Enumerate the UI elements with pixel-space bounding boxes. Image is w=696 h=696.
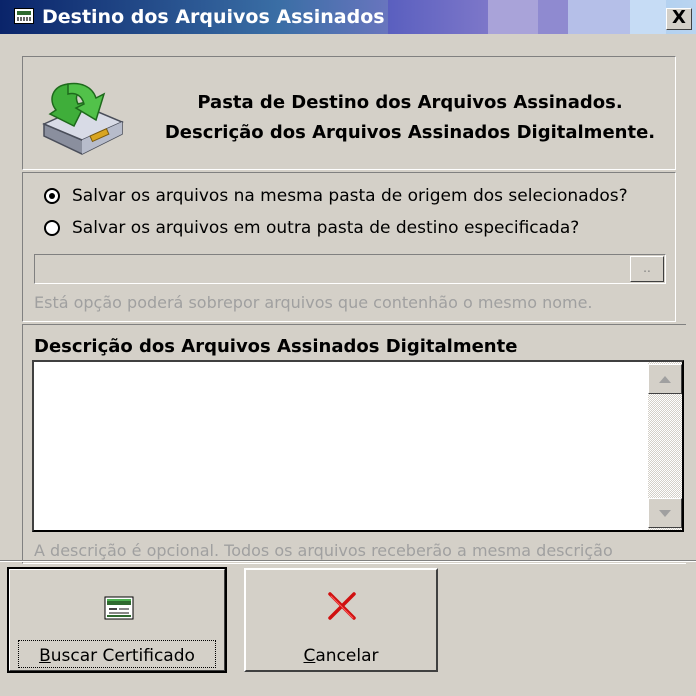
header-line-1: Pasta de Destino dos Arquivos Assinados.	[197, 92, 623, 113]
search-certificate-label: Buscar Certificado	[39, 646, 195, 666]
radio-other-folder[interactable]: Salvar os arquivos em outra pasta de des…	[44, 216, 579, 240]
certificate-icon	[14, 8, 34, 24]
window-title: Destino dos Arquivos Assinados	[42, 6, 385, 28]
red-x-icon	[328, 592, 356, 620]
button-area-separator	[0, 560, 696, 562]
description-title: Descrição dos Arquivos Assinados Digital…	[34, 336, 518, 357]
disk-download-icon	[42, 82, 124, 155]
radio-button-unchecked[interactable]	[44, 220, 60, 236]
cancel-button[interactable]: Cancelar	[244, 568, 438, 672]
description-scrollbar[interactable]	[648, 362, 682, 530]
cancel-label: Cancelar	[303, 646, 379, 666]
destination-path-field[interactable]	[34, 254, 666, 284]
radio-same-folder-label: Salvar os arquivos na mesma pasta de ori…	[72, 186, 628, 206]
radio-button-checked[interactable]	[44, 188, 60, 204]
title-bar[interactable]: Destino dos Arquivos Assinados X	[0, 0, 696, 34]
description-hint: A descrição é opcional. Todos os arquivo…	[34, 541, 613, 560]
scroll-down-button[interactable]	[648, 498, 682, 528]
radio-same-folder[interactable]: Salvar os arquivos na mesma pasta de ori…	[44, 184, 628, 208]
close-button[interactable]: X	[666, 8, 692, 30]
scroll-up-button[interactable]	[648, 364, 682, 394]
radio-other-folder-label: Salvar os arquivos em outra pasta de des…	[72, 218, 580, 238]
overwrite-hint: Está opção poderá sobrepor arquivos que …	[34, 293, 593, 312]
certificate-icon	[104, 596, 134, 620]
browse-folder-button[interactable]: ..	[630, 256, 664, 282]
description-textarea[interactable]	[32, 360, 684, 532]
header-line-2: Descrição dos Arquivos Assinados Digital…	[164, 122, 656, 143]
search-certificate-button[interactable]: Buscar Certificado	[7, 567, 227, 673]
dialog-window: Destino dos Arquivos Assinados X Pasta d…	[0, 0, 696, 696]
